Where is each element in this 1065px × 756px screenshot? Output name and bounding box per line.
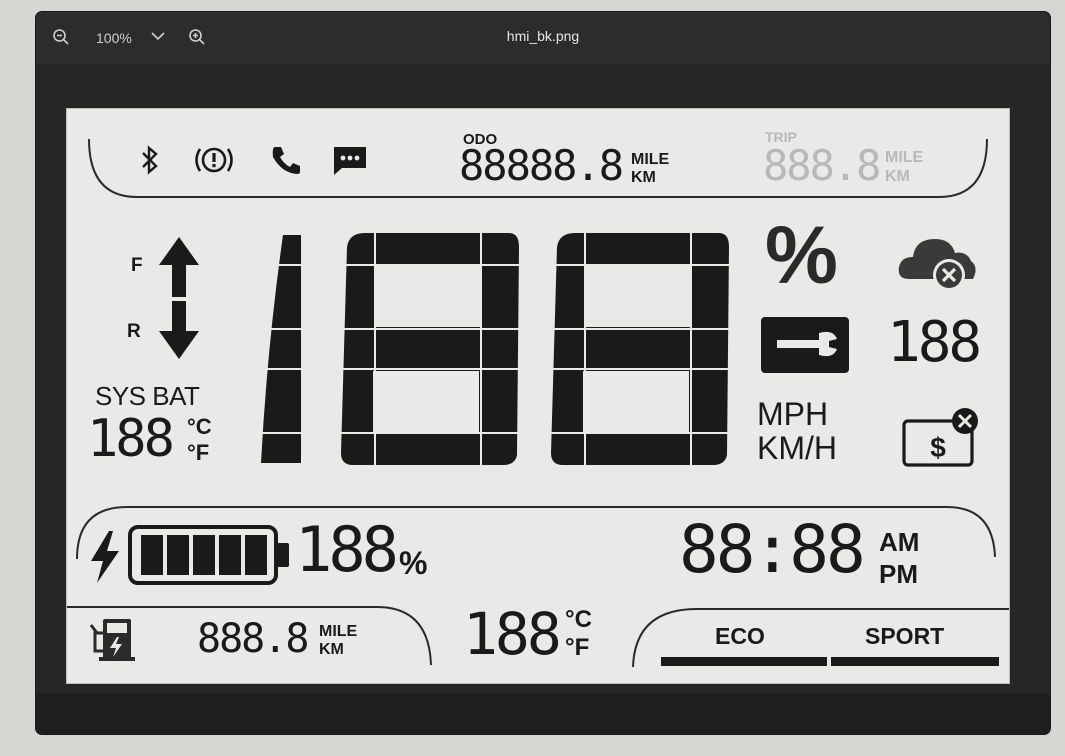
clock-am: AM bbox=[879, 527, 920, 557]
temp-value: 188 bbox=[463, 600, 562, 668]
sys-bat-unit-c: °C bbox=[187, 414, 212, 439]
right-value: 188 bbox=[887, 310, 982, 375]
unit-mph: MPH bbox=[757, 396, 829, 432]
brake-warning-icon bbox=[191, 143, 237, 182]
gear-forward-label: F bbox=[131, 255, 143, 276]
sys-bat-value: 188 bbox=[87, 409, 175, 469]
temp-unit-c: °C bbox=[565, 606, 592, 633]
trip-value: 888.8 bbox=[763, 141, 881, 190]
message-icon bbox=[331, 144, 369, 183]
trip-unit-km: KM bbox=[885, 168, 910, 185]
clock-value: 88:88 bbox=[679, 511, 866, 588]
svg-text:$: $ bbox=[930, 432, 946, 463]
wrench-icon bbox=[759, 315, 851, 380]
range-value: 888.8 bbox=[197, 616, 309, 662]
battery-icon bbox=[127, 523, 293, 592]
odo-unit-km: KM bbox=[631, 169, 656, 186]
bluetooth-icon bbox=[139, 145, 161, 180]
mode-sport: SPORT bbox=[865, 623, 945, 649]
lcd-panel: ODO 88888.8 MILE KM TRIP 888.8 MILE KM F… bbox=[66, 108, 1010, 684]
phone-icon bbox=[269, 143, 303, 182]
sys-bat-label: SYS BAT bbox=[95, 381, 200, 411]
odo-unit-mile: MILE bbox=[631, 151, 670, 168]
payment-error-icon: $ bbox=[901, 407, 985, 476]
range-unit-mile: MILE bbox=[319, 623, 358, 640]
cloud-error-icon bbox=[895, 227, 983, 300]
battery-percent-unit: % bbox=[399, 545, 428, 581]
percent-symbol: % bbox=[765, 210, 838, 301]
arrow-down-icon bbox=[157, 299, 201, 366]
temp-unit-f: °F bbox=[565, 634, 590, 661]
battery-percent-value: 188 bbox=[295, 513, 399, 586]
arrow-up-icon bbox=[157, 235, 201, 304]
trip-unit-mile: MILE bbox=[885, 149, 924, 166]
unit-kmh: KM/H bbox=[757, 430, 837, 466]
mode-eco: ECO bbox=[715, 623, 765, 649]
speed-display: 188 bbox=[257, 229, 737, 469]
odo-value: 88888.8 bbox=[459, 141, 624, 190]
window-title: hmi_bk.png bbox=[506, 28, 580, 44]
speed-value: 188 bbox=[257, 229, 259, 230]
speed-digits-art bbox=[261, 233, 729, 465]
fuel-station-icon bbox=[89, 615, 141, 668]
charging-bolt-icon bbox=[87, 529, 123, 590]
clock-pm: PM bbox=[879, 559, 918, 589]
title-bar: 100% hmi_bk.png bbox=[36, 12, 1050, 64]
gear-reverse-label: R bbox=[127, 321, 141, 342]
range-unit-km: KM bbox=[319, 641, 344, 658]
sys-bat-unit-f: °F bbox=[187, 440, 210, 465]
viewer-bottom-area bbox=[36, 694, 1050, 734]
